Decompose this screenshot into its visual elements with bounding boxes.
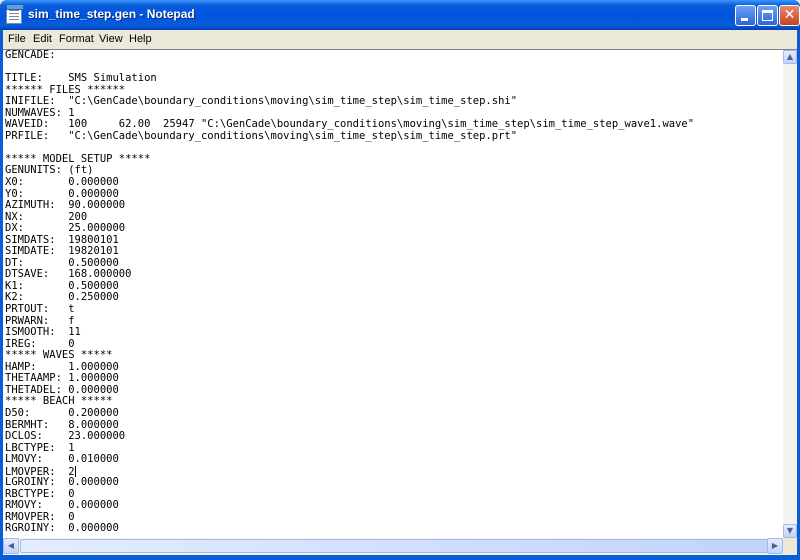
notepad-icon[interactable] bbox=[6, 4, 24, 24]
menu-file[interactable]: File bbox=[8, 33, 26, 45]
text-line: ***** BEACH ***** bbox=[5, 395, 113, 408]
menu-bar: File Edit Format View Help bbox=[3, 30, 797, 49]
text-line: IREG: 0 bbox=[5, 337, 75, 350]
text-line: RMOVY: 0.000000 bbox=[5, 499, 119, 512]
text-line: ISMOOTH: 11 bbox=[5, 326, 81, 339]
text-line: LBCTYPE: 1 bbox=[5, 441, 75, 454]
text-line: RGROINY: 0.000000 bbox=[5, 522, 119, 535]
text-line: RMOVPER: 0 bbox=[5, 510, 75, 523]
minimize-button[interactable] bbox=[735, 5, 756, 26]
text-line: HAMP: 1.000000 bbox=[5, 360, 119, 373]
minimize-icon bbox=[741, 18, 748, 21]
maximize-icon bbox=[762, 10, 773, 21]
text-line: X0: 0.000000 bbox=[5, 176, 119, 189]
text-line: SIMDATS: 19800101 bbox=[5, 233, 119, 246]
text-line: DCLOS: 23.000000 bbox=[5, 430, 126, 443]
text-line: GENUNITS: (ft) bbox=[5, 164, 94, 177]
window-title: sim_time_step.gen - Notepad bbox=[28, 7, 195, 21]
menu-help[interactable]: Help bbox=[129, 33, 152, 45]
text-line: AZIMUTH: 90.000000 bbox=[5, 199, 126, 212]
scroll-down-button[interactable]: ▼ bbox=[783, 524, 797, 538]
text-line: SIMDATE: 19820101 bbox=[5, 245, 119, 258]
text-line: INIFILE: "C:\GenCade\boundary_conditions… bbox=[5, 95, 518, 108]
notepad-window: sim_time_step.gen - Notepad ✕ File Edit … bbox=[0, 0, 800, 560]
text-line: K1: 0.500000 bbox=[5, 279, 119, 292]
text-line: LMOVY: 0.010000 bbox=[5, 453, 119, 466]
editor-pane: GENCADE: TITLE: SMS Simulation ****** FILE… bbox=[3, 49, 797, 555]
text-line: THETAAMP: 1.000000 bbox=[5, 372, 119, 385]
text-line: GENCADE: bbox=[5, 50, 56, 61]
text-caret bbox=[74, 465, 76, 477]
text-editor[interactable]: GENCADE: TITLE: SMS Simulation ****** FILE… bbox=[5, 50, 780, 538]
menu-edit[interactable]: Edit bbox=[33, 33, 52, 45]
menu-view[interactable]: View bbox=[99, 33, 123, 45]
text-line: PRWARN: f bbox=[5, 314, 75, 327]
scroll-right-button[interactable]: ▶ bbox=[767, 538, 783, 554]
vertical-scrollbar[interactable]: ▲ ▼ bbox=[783, 50, 797, 538]
horizontal-scrollbar[interactable]: ◀ ▶ bbox=[3, 538, 783, 555]
text-line: D50: 0.200000 bbox=[5, 406, 119, 419]
menu-format[interactable]: Format bbox=[59, 33, 94, 45]
maximize-button[interactable] bbox=[757, 5, 778, 26]
text-line: DTSAVE: 168.000000 bbox=[5, 268, 132, 281]
close-button[interactable]: ✕ bbox=[779, 5, 800, 26]
title-bar[interactable]: sim_time_step.gen - Notepad ✕ bbox=[0, 0, 800, 30]
text-line: DX: 25.000000 bbox=[5, 222, 126, 235]
scroll-left-button[interactable]: ◀ bbox=[3, 538, 19, 554]
text-line: LMOVPER: 2 bbox=[5, 465, 76, 478]
text-line: PRFILE: "C:\GenCade\boundary_conditions\… bbox=[5, 129, 518, 142]
scroll-up-button[interactable]: ▲ bbox=[783, 50, 797, 64]
text-line: ***** MODEL SETUP ***** bbox=[5, 152, 151, 165]
horizontal-scroll-thumb[interactable] bbox=[20, 539, 768, 553]
text-line: TITLE: SMS Simulation bbox=[5, 72, 157, 85]
text-line: ***** WAVES ***** bbox=[5, 349, 113, 362]
text-line: PRTOUT: t bbox=[5, 303, 75, 316]
text-line: RBCTYPE: 0 bbox=[5, 487, 75, 500]
text-line: THETADEL: 0.000000 bbox=[5, 383, 119, 396]
text-line: LGROINY: 0.000000 bbox=[5, 476, 119, 489]
close-icon: ✕ bbox=[783, 7, 796, 23]
text-line: K2: 0.250000 bbox=[5, 291, 119, 304]
scrollbar-corner bbox=[783, 538, 797, 555]
